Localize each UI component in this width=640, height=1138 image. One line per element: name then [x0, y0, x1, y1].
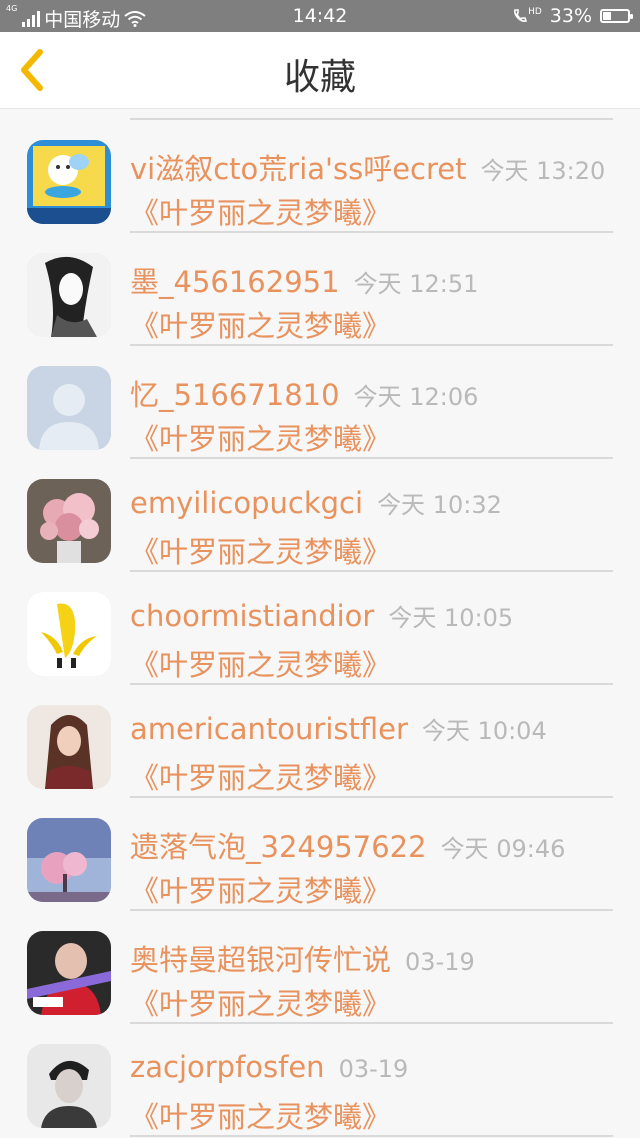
work-title[interactable]: 《叶罗丽之灵梦曦》 [130, 868, 391, 910]
girl-photo-avatar[interactable] [27, 705, 111, 789]
list-item[interactable]: choormistiandior 今天 10:05 《叶罗丽之灵梦曦》 [0, 572, 640, 685]
user-name[interactable]: emyilicopuckgci [130, 486, 363, 520]
timestamp: 今天 12:06 [353, 383, 479, 411]
timestamp: 03-19 [338, 1055, 409, 1083]
user-name[interactable]: 奥特曼超银河传忙说 [130, 943, 391, 977]
gemini-cartoon-avatar[interactable] [27, 140, 111, 224]
list-item[interactable]: 墨_456162951 今天 12:51 《叶罗丽之灵梦曦》 [0, 233, 640, 346]
user-name[interactable]: zacjorpfosfen [130, 1050, 325, 1084]
banana-avatar[interactable] [27, 592, 111, 676]
cherry-tree-avatar[interactable] [27, 818, 111, 902]
battery-percent: 33% [549, 5, 592, 27]
item-header: americantouristfler 今天 10:04 [130, 711, 547, 746]
timestamp: 今天 13:20 [480, 157, 606, 185]
work-title[interactable]: 《叶罗丽之灵梦曦》 [130, 981, 391, 1023]
work-title[interactable]: 《叶罗丽之灵梦曦》 [130, 1094, 391, 1136]
timestamp: 今天 12:51 [353, 270, 479, 298]
nav-bar: 收藏 [0, 32, 640, 109]
list-item[interactable]: zacjorpfosfen 03-19 《叶罗丽之灵梦曦》 [0, 1024, 640, 1137]
work-title[interactable]: 《叶罗丽之灵梦曦》 [130, 190, 391, 232]
list-item[interactable]: 忆_516671810 今天 12:06 《叶罗丽之灵梦曦》 [0, 346, 640, 459]
default-person-avatar[interactable] [27, 366, 111, 450]
ink-sketch-avatar[interactable] [27, 253, 111, 337]
item-header: 忆_516671810 今天 12:06 [130, 372, 478, 414]
item-header: vi滋叙cto荒ria'ss呼ecret 今天 13:20 [130, 146, 605, 188]
user-name[interactable]: 遗落气泡_324957622 [130, 830, 427, 864]
work-title[interactable]: 《叶罗丽之灵梦曦》 [130, 416, 391, 458]
user-name[interactable]: 忆_516671810 [130, 378, 340, 412]
status-right: HD 33% [512, 5, 633, 27]
user-name[interactable]: americantouristfler [130, 712, 408, 746]
item-header: 奥特曼超银河传忙说 03-19 [130, 937, 475, 979]
item-header: 墨_456162951 今天 12:51 [130, 259, 478, 301]
battery-icon [600, 9, 633, 23]
boy-portrait-avatar[interactable] [27, 1044, 111, 1128]
item-header: choormistiandior 今天 10:05 [130, 598, 513, 633]
list-item[interactable]: 奥特曼超银河传忙说 03-19 《叶罗丽之灵梦曦》 [0, 911, 640, 1024]
list-item[interactable]: 遗落气泡_324957622 今天 09:46 《叶罗丽之灵梦曦》 [0, 798, 640, 911]
timestamp: 今天 10:32 [377, 491, 502, 519]
work-title[interactable]: 《叶罗丽之灵梦曦》 [130, 303, 391, 345]
timestamp: 今天 10:04 [421, 717, 547, 745]
volte-icon: HD [512, 8, 542, 24]
list-item[interactable]: vi滋叙cto荒ria'ss呼ecret 今天 13:20 《叶罗丽之灵梦曦》 [0, 120, 640, 233]
list-item[interactable]: emyilicopuckgci 今天 10:32 《叶罗丽之灵梦曦》 [0, 459, 640, 572]
timestamp: 今天 10:05 [388, 604, 514, 632]
work-title[interactable]: 《叶罗丽之灵梦曦》 [130, 755, 391, 797]
item-header: emyilicopuckgci 今天 10:32 [130, 485, 502, 520]
timestamp: 今天 09:46 [440, 835, 566, 863]
item-header: zacjorpfosfen 03-19 [130, 1050, 408, 1084]
red-portrait-avatar[interactable] [27, 931, 111, 1015]
item-header: 遗落气泡_324957622 今天 09:46 [130, 824, 565, 866]
timestamp: 03-19 [405, 948, 475, 976]
flower-bouquet-avatar[interactable] [27, 479, 111, 563]
user-name[interactable]: 墨_456162951 [130, 265, 340, 299]
status-bar: 4G 中国移动 14:42 HD 33% [0, 0, 640, 32]
list-item[interactable]: americantouristfler 今天 10:04 《叶罗丽之灵梦曦》 [0, 685, 640, 798]
user-name[interactable]: vi滋叙cto荒ria'ss呼ecret [130, 152, 467, 186]
user-name[interactable]: choormistiandior [130, 599, 374, 633]
volte-label: HD [528, 7, 542, 17]
work-title[interactable]: 《叶罗丽之灵梦曦》 [130, 529, 391, 571]
divider [130, 1135, 613, 1137]
work-title[interactable]: 《叶罗丽之灵梦曦》 [130, 642, 391, 684]
page-title: 收藏 [283, 57, 356, 98]
favorites-list: vi滋叙cto荒ria'ss呼ecret 今天 13:20 《叶罗丽之灵梦曦》 墨_4… [0, 118, 640, 1137]
